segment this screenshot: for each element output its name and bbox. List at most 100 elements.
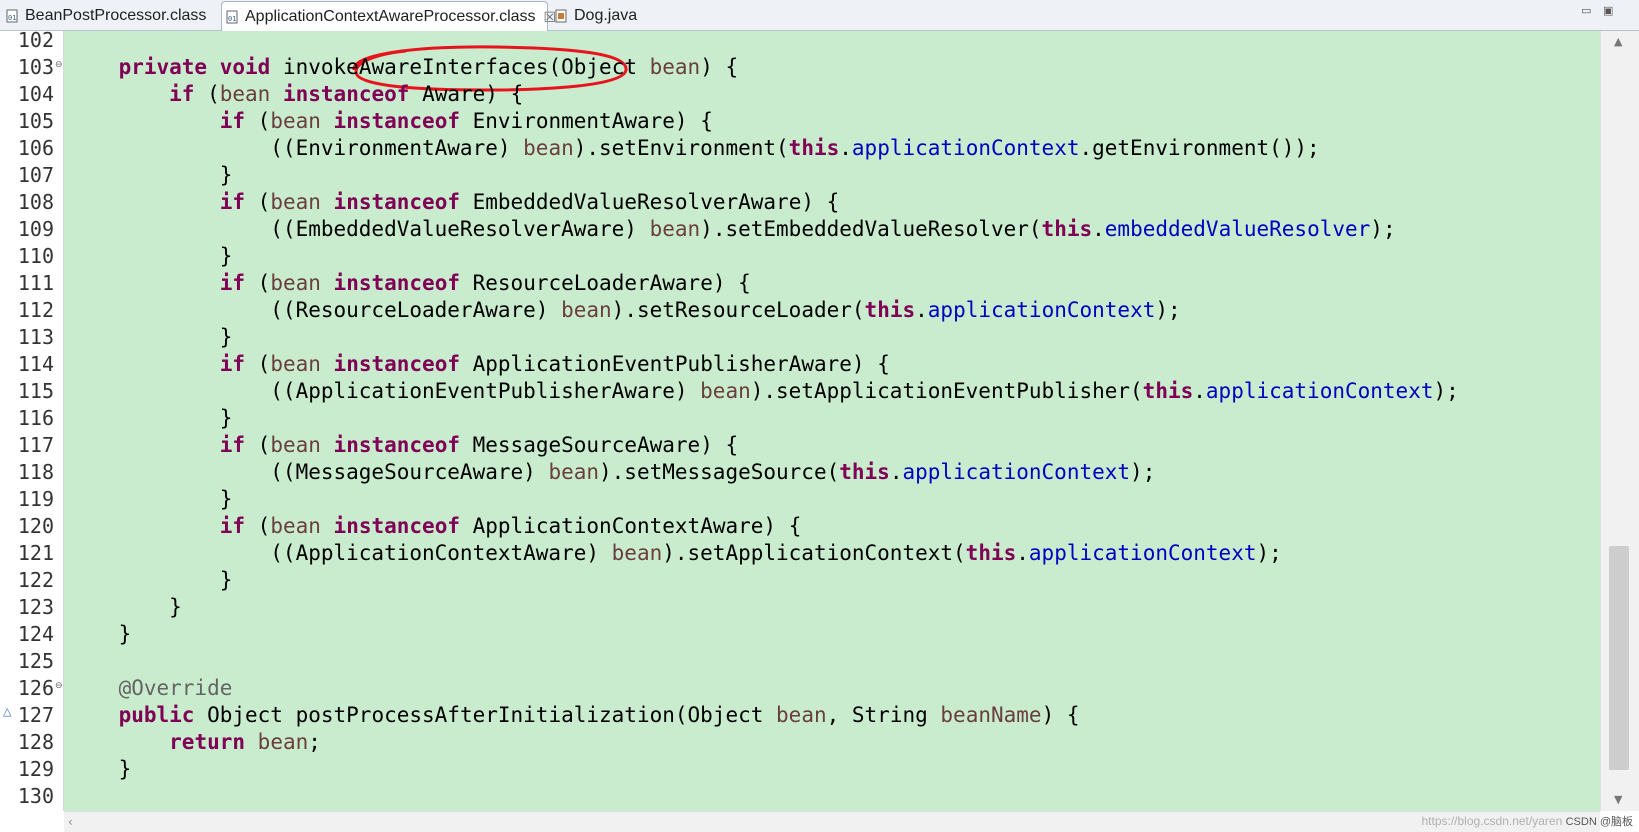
- code-token: ).setApplicationContext(: [662, 541, 966, 565]
- code-line[interactable]: return bean;: [68, 729, 321, 756]
- code-token: this: [864, 298, 916, 322]
- code-line[interactable]: }: [68, 756, 132, 783]
- code-line[interactable]: }: [68, 567, 233, 594]
- code-token: ((EnvironmentAware): [68, 136, 524, 160]
- code-line[interactable]: }: [68, 594, 182, 621]
- watermark-label: CSDN @脑板: [1565, 816, 1633, 828]
- code-token: bean: [270, 352, 321, 376]
- code-line[interactable]: }: [68, 243, 233, 270]
- fold-toggle-icon[interactable]: ⊖: [55, 52, 63, 79]
- code-token: invokeAwareInterfaces(Object: [270, 55, 650, 79]
- code-token: this: [1041, 217, 1093, 241]
- watermark-url: https://blog.csdn.net/yaren: [1421, 814, 1563, 828]
- line-number: 118: [17, 460, 54, 484]
- code-editor[interactable]: 102 103 ⊖ 104 105 106 107 108 109 110 111 112 113 114…: [0, 28, 1639, 832]
- line-number: 116: [17, 406, 54, 430]
- scroll-down-icon[interactable]: ▼: [1614, 793, 1622, 806]
- scroll-left-icon[interactable]: ‹: [68, 815, 73, 829]
- code-token: .: [1193, 379, 1206, 403]
- code-token: if: [169, 82, 195, 106]
- code-line[interactable]: public Object postProcessAfterInitializa…: [68, 702, 1080, 729]
- code-token: this: [1142, 379, 1194, 403]
- code-token: ((ResourceLoaderAware): [68, 298, 562, 322]
- override-marker-icon[interactable]: △: [3, 705, 11, 718]
- code-line[interactable]: @Override: [68, 675, 233, 702]
- line-number: 102: [17, 28, 54, 52]
- code-token: bean: [257, 730, 309, 754]
- line-number: 123: [17, 595, 54, 619]
- code-token: }: [68, 595, 182, 619]
- code-line[interactable]: if (bean instanceof ResourceLoaderAware)…: [68, 270, 751, 297]
- code-token: applicationContext: [927, 298, 1156, 322]
- code-line[interactable]: private void invokeAwareInterfaces(Objec…: [68, 54, 739, 81]
- code-token: }: [68, 622, 132, 646]
- code-token: (: [245, 109, 271, 133]
- svg-text:01: 01: [228, 15, 236, 23]
- code-line[interactable]: if (bean instanceof MessageSourceAware) …: [68, 432, 738, 459]
- line-number: 121: [17, 541, 54, 565]
- code-area[interactable]: private void invokeAwareInterfaces(Objec…: [64, 31, 1600, 811]
- code-token: ;: [308, 730, 321, 754]
- code-line[interactable]: ((EmbeddedValueResolverAware) bean).setE…: [68, 216, 1395, 243]
- code-token: bean: [700, 379, 751, 403]
- code-line[interactable]: if (bean instanceof EnvironmentAware) {: [68, 108, 713, 135]
- code-line[interactable]: }: [68, 162, 233, 189]
- code-token: if: [219, 433, 246, 457]
- code-line[interactable]: ((MessageSourceAware) bean).setMessageSo…: [68, 459, 1155, 486]
- code-token: bean: [561, 298, 612, 322]
- code-token: ) {: [700, 55, 739, 79]
- code-line[interactable]: if (bean instanceof EmbeddedValueResolve…: [68, 189, 840, 216]
- horizontal-scrollbar[interactable]: ‹: [64, 811, 1600, 832]
- maximize-icon[interactable]: ▣: [1603, 4, 1613, 17]
- code-token: applicationContext: [1205, 379, 1434, 403]
- line-number: 110: [17, 244, 54, 268]
- code-token: ((MessageSourceAware): [68, 460, 549, 484]
- code-line[interactable]: ((ResourceLoaderAware) bean).setResource…: [68, 297, 1180, 324]
- code-line[interactable]: ((ApplicationEventPublisherAware) bean).…: [68, 378, 1459, 405]
- editor-tab-bar: 01 BeanPostProcessor.class 01 Applicatio…: [0, 0, 1639, 31]
- code-line[interactable]: }: [68, 405, 233, 432]
- code-token: }: [68, 757, 132, 781]
- code-token: instanceof: [333, 433, 460, 457]
- code-token: bean: [523, 136, 574, 160]
- code-token: }: [68, 406, 233, 430]
- code-token: Aware) {: [409, 82, 524, 106]
- code-line[interactable]: ((EnvironmentAware) bean).setEnvironment…: [68, 135, 1320, 162]
- minimize-icon[interactable]: ▭: [1581, 4, 1591, 17]
- code-line[interactable]: if (bean instanceof ApplicationEventPubl…: [68, 351, 890, 378]
- code-line[interactable]: }: [68, 486, 233, 513]
- vertical-scrollbar[interactable]: ▲ ▼: [1600, 31, 1639, 811]
- code-token: }: [68, 244, 233, 268]
- code-token: ((ApplicationContextAware): [68, 541, 612, 565]
- tab-beanpostprocessor[interactable]: 01 BeanPostProcessor.class: [2, 2, 220, 30]
- code-token: instanceof: [333, 352, 460, 376]
- code-line[interactable]: if (bean instanceof Aware) {: [68, 81, 523, 108]
- code-line[interactable]: if (bean instanceof ApplicationContextAw…: [68, 513, 802, 540]
- code-token: (: [245, 352, 271, 376]
- code-token: .getEnvironment());: [1079, 136, 1320, 160]
- code-line[interactable]: }: [68, 324, 233, 351]
- scroll-up-icon[interactable]: ▲: [1614, 35, 1622, 48]
- tab-applicationcontextawareprocessor[interactable]: 01 ApplicationContextAwareProcessor.clas…: [221, 1, 556, 31]
- code-token: instanceof: [333, 190, 460, 214]
- code-token: ).setEmbeddedValueResolver(: [700, 217, 1042, 241]
- line-number: 130: [17, 784, 54, 808]
- code-token: .: [839, 136, 852, 160]
- fold-toggle-icon[interactable]: ⊖: [55, 673, 63, 700]
- code-token: @Override: [118, 676, 233, 700]
- code-line[interactable]: ((ApplicationContextAware) bean).setAppl…: [68, 540, 1282, 567]
- scrollbar-thumb[interactable]: [1609, 546, 1629, 770]
- line-number: 122: [17, 568, 54, 592]
- tab-dog-java[interactable]: Dog.java: [551, 2, 641, 30]
- watermark: https://blog.csdn.net/yaren CSDN @脑板: [1421, 813, 1633, 829]
- code-line[interactable]: }: [68, 621, 132, 648]
- code-token: embeddedValueResolver: [1104, 217, 1371, 241]
